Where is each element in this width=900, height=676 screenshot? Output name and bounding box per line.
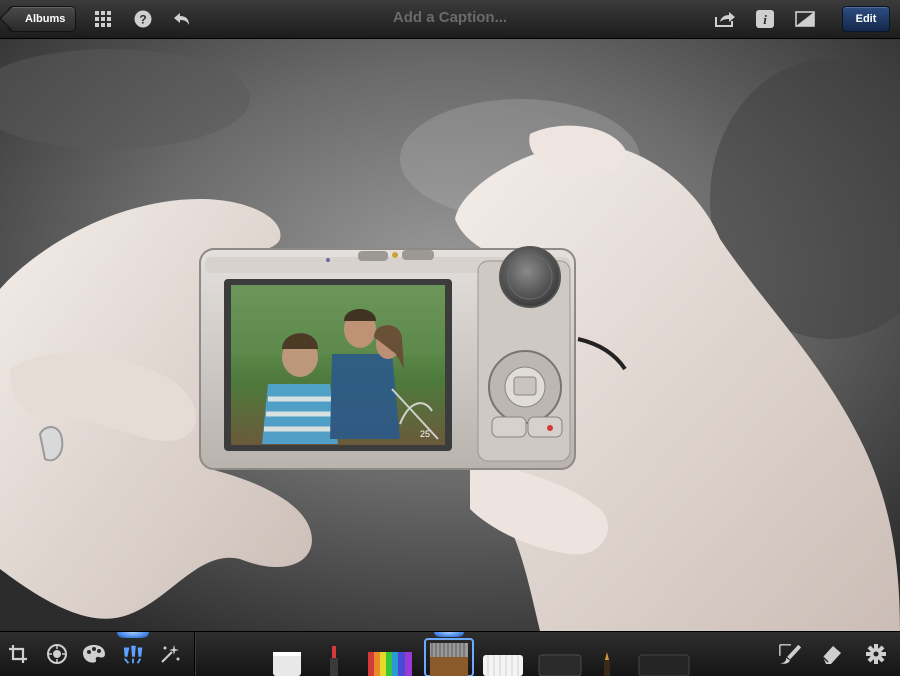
brushes-icon[interactable] [121,642,145,666]
svg-text:25: 25 [420,429,430,439]
albums-back-button[interactable]: Albums [8,6,77,32]
selected-brush-indicator [434,632,464,637]
blur-brush[interactable] [638,654,690,676]
compare-icon[interactable] [794,8,816,30]
effects-icon[interactable] [158,642,182,666]
exposure-icon[interactable] [45,642,69,666]
gear-icon[interactable] [864,642,888,666]
tool-group [0,632,195,676]
sharpen-brush[interactable] [602,652,612,676]
repair-brush[interactable] [328,646,340,676]
darken-brush[interactable] [538,654,582,676]
lighten-brush[interactable] [482,654,524,676]
active-tool-indicator [117,632,149,638]
share-icon[interactable] [714,8,736,30]
help-icon[interactable]: ? [132,8,154,30]
top-toolbar: Albums ? Add a Caption... i Edit [0,0,900,39]
undo-icon[interactable] [170,8,192,30]
eraser-icon[interactable] [820,642,844,666]
caption-field[interactable]: Add a Caption... [300,0,600,38]
edit-button[interactable]: Edit [842,6,890,32]
crop-icon[interactable] [6,642,30,666]
color-palette-icon[interactable] [82,642,106,666]
brush-settings-icon[interactable] [778,642,802,666]
soften-brush[interactable] [272,650,302,676]
desaturate-brush[interactable] [424,638,474,676]
photo-canvas[interactable]: 25 [0,39,900,631]
info-icon[interactable]: i [754,8,776,30]
albums-back-label: Albums [25,13,66,25]
photo-image: 25 [0,39,900,631]
bottom-toolbar [0,631,900,676]
saturate-brush[interactable] [368,650,412,676]
grid-icon[interactable] [92,8,114,30]
svg-text:i: i [763,12,767,27]
svg-text:?: ? [139,13,146,27]
